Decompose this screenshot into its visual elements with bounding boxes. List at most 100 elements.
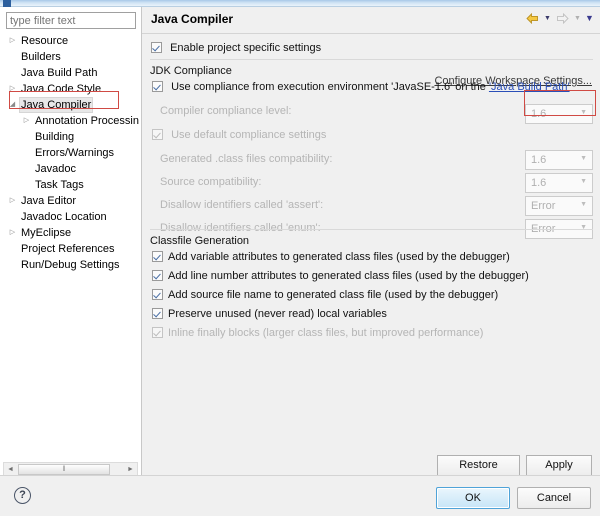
sidebar-item-label: Run/Debug Settings: [21, 259, 120, 271]
chevron-down-icon: ▼: [580, 178, 587, 185]
sidebar-item-label: Java Code Style: [21, 83, 102, 95]
classfile-option-checkbox[interactable]: [152, 270, 163, 281]
use-execution-environment-text: Use compliance from execution environmen…: [171, 81, 489, 93]
enable-project-specific-row: Enable project specific settings Configu…: [142, 40, 600, 87]
compiler-compliance-label: Compiler compliance level:: [160, 105, 292, 117]
dialog-footer: ? OK Cancel: [0, 476, 600, 516]
chevron-right-icon[interactable]: ▷: [6, 33, 19, 49]
sidebar-item-label: Building: [35, 131, 75, 143]
ok-button[interactable]: OK: [436, 487, 510, 509]
jdk-compliance-fields: Generated .class files compatibility: 1.6…: [150, 149, 593, 241]
classfile-option-label: Inline finally blocks (larger class file…: [168, 327, 484, 339]
classfile-section-divider: [150, 229, 593, 230]
classfile-option-label: Add line number attributes to generated …: [168, 270, 529, 282]
sidebar-item-java-editor[interactable]: ▷ Java Editor: [0, 193, 141, 209]
use-default-compliance-checkbox[interactable]: [152, 129, 163, 140]
classfile-generation-title: Classfile Generation: [150, 235, 250, 247]
classfile-option-row: Preserve unused (never read) local varia…: [150, 308, 593, 327]
sidebar-item-label: Resource: [21, 35, 69, 47]
page-header: Java Compiler ▼ ▼ ▼: [142, 7, 600, 33]
page-title: Java Compiler: [151, 12, 234, 26]
disallow-identifiers-called-assert-label: Disallow identifiers called 'assert':: [160, 199, 324, 211]
source-compatibility-label: Source compatibility:: [160, 176, 262, 188]
field-row-generated-class-files-compatibility: Generated .class files compatibility: 1.6…: [150, 149, 593, 172]
generated-class-files-compatibility-select[interactable]: 1.6 ▼: [525, 150, 593, 170]
sidebar-item-builders[interactable]: Builders: [0, 49, 141, 65]
classfile-generation-group: Classfile Generation Add variable attrib…: [150, 235, 593, 346]
enable-section-divider: [150, 59, 593, 60]
header-divider: [142, 33, 600, 34]
compiler-compliance-row: Compiler compliance level: 1.6 ▼: [150, 101, 593, 129]
sidebar-item-label: Project References: [21, 243, 115, 255]
classfile-option-checkbox[interactable]: [152, 251, 163, 262]
sidebar-item-building[interactable]: Building: [0, 129, 141, 145]
enable-project-specific-label: Enable project specific settings: [170, 42, 322, 54]
back-arrow-icon[interactable]: [525, 11, 540, 26]
classfile-options-list: Add variable attributes to generated cla…: [150, 251, 593, 346]
back-history-caret-icon[interactable]: ▼: [543, 11, 552, 26]
page-menu-caret-icon[interactable]: ▼: [585, 11, 594, 26]
sidebar-item-label: Javadoc: [35, 163, 76, 175]
chevron-down-icon: ▼: [580, 109, 587, 116]
source-compatibility-select[interactable]: 1.6 ▼: [525, 173, 593, 193]
sidebar-item-myeclipse[interactable]: ▷ MyEclipse: [0, 225, 141, 241]
use-execution-environment-checkbox[interactable]: [152, 81, 163, 92]
chevron-right-icon[interactable]: ▷: [20, 113, 33, 129]
compiler-compliance-value: 1.6: [531, 108, 547, 120]
classfile-option-row: Add line number attributes to generated …: [150, 270, 593, 289]
sidebar-item-errors-warnings[interactable]: Errors/Warnings: [0, 145, 141, 161]
sidebar-item-java-code-style[interactable]: ▷ Java Code Style: [0, 81, 141, 97]
scrollbar-thumb[interactable]: ‖: [18, 464, 110, 475]
chevron-right-icon[interactable]: ▷: [6, 193, 19, 209]
use-default-compliance-label: Use default compliance settings: [171, 129, 327, 141]
classfile-option-label: Add variable attributes to generated cla…: [168, 251, 510, 263]
sidebar-item-project-references[interactable]: Project References: [0, 241, 141, 257]
field-row-source-compatibility: Source compatibility: 1.6 ▼: [150, 172, 593, 195]
sidebar-item-annotation-processin[interactable]: ▷ Annotation Processin: [0, 113, 141, 129]
classfile-option-checkbox[interactable]: [152, 308, 163, 319]
forward-history-caret-icon: ▼: [574, 15, 581, 22]
sidebar-item-label: MyEclipse: [21, 227, 72, 239]
preferences-tree-panel: ▷ResourceBuildersJava Build Path▷Java Co…: [0, 7, 141, 477]
chevron-right-icon[interactable]: ▷: [6, 225, 19, 241]
sidebar-item-java-build-path[interactable]: Java Build Path: [0, 65, 141, 81]
compiler-compliance-select[interactable]: 1.6 ▼: [525, 104, 593, 124]
sidebar-item-label: Javadoc Location: [21, 211, 107, 223]
generated-class-files-compatibility-value: 1.6: [531, 154, 547, 166]
jdk-compliance-group: JDK Compliance Use compliance from execu…: [150, 65, 593, 241]
sidebar-item-javadoc[interactable]: Javadoc: [0, 161, 141, 177]
chevron-down-icon: ▼: [580, 155, 587, 162]
filter-field-wrapper: [6, 12, 136, 29]
sidebar-item-label: Errors/Warnings: [35, 147, 115, 159]
sidebar-item-javadoc-location[interactable]: Javadoc Location: [0, 209, 141, 225]
classfile-option-checkbox[interactable]: [152, 289, 163, 300]
apply-button[interactable]: Apply: [526, 455, 592, 476]
help-icon[interactable]: ?: [14, 487, 31, 504]
java-build-path-link[interactable]: 'Java Build Path': [489, 81, 570, 93]
search-input[interactable]: [6, 12, 136, 29]
sidebar-item-label: Builders: [21, 51, 61, 63]
field-row-disallow-identifiers-called-assert: Disallow identifiers called 'assert': Err…: [150, 195, 593, 218]
chevron-down-icon[interactable]: ◢: [6, 97, 19, 113]
sidebar-item-resource[interactable]: ▷ Resource: [0, 33, 141, 49]
enable-project-specific-checkbox[interactable]: [151, 42, 162, 53]
sidebar-item-task-tags[interactable]: Task Tags: [0, 177, 141, 193]
chevron-right-icon[interactable]: ▷: [6, 81, 19, 97]
restore-defaults-button[interactable]: Restore Defaults: [437, 455, 520, 490]
sidebar-item-run-debug-settings[interactable]: Run/Debug Settings: [0, 257, 141, 273]
cancel-button[interactable]: Cancel: [517, 487, 591, 509]
source-compatibility-value: 1.6: [531, 177, 547, 189]
use-default-compliance-row: Use default compliance settings: [150, 129, 593, 149]
sidebar-item-label: Java Compiler: [19, 97, 94, 113]
classfile-option-row: Inline finally blocks (larger class file…: [150, 327, 593, 346]
sidebar-item-label: Annotation Processin: [35, 115, 139, 127]
sidebar-item-label: Java Build Path: [21, 67, 98, 79]
classfile-option-row: Add variable attributes to generated cla…: [150, 251, 593, 270]
classfile-option-row: Add source file name to generated class …: [150, 289, 593, 308]
sidebar-item-label: Java Editor: [21, 195, 77, 207]
sidebar-item-java-compiler[interactable]: ◢ Java Compiler: [0, 97, 141, 113]
disallow-identifiers-called-assert-select[interactable]: Error ▼: [525, 196, 593, 216]
preferences-tree[interactable]: ▷ Resource Builders Java Build Path ▷ Java Co…: [0, 33, 141, 460]
window-titlebar: [0, 0, 600, 7]
use-execution-environment-label: Use compliance from execution environmen…: [171, 81, 570, 93]
